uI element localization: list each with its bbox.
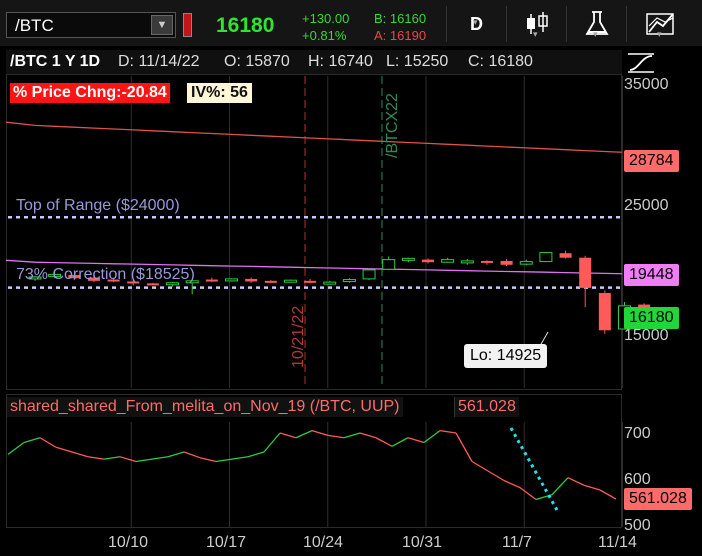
study-segment: [183, 451, 201, 459]
candle-body-up: [382, 259, 396, 270]
study-segment: [375, 437, 393, 447]
low-label: Lo: 14925: [464, 344, 548, 368]
candle-body-down: [245, 278, 258, 282]
correction-label: 73% Correction ($18525): [16, 266, 195, 283]
study-value: 561.028: [454, 397, 519, 417]
study-segment: [583, 484, 601, 491]
candle-body-up: [539, 252, 553, 263]
iv-badge: IV%: 56: [187, 83, 252, 103]
candle-body-up: [225, 278, 238, 282]
candle-body-down: [304, 280, 317, 283]
study-segment: [519, 487, 537, 501]
x-tick-label: 11/14: [598, 534, 637, 551]
top-of-range-label: Top of Range ($24000): [16, 197, 180, 214]
study-segment: [119, 456, 137, 463]
study-segment: [503, 479, 521, 489]
study-title: shared_shared_From_melita_on_Nov_19 (/BT…: [7, 397, 403, 417]
candle-body-down: [264, 280, 277, 283]
study-segment: [599, 489, 617, 500]
candle-body-up: [362, 269, 376, 280]
candle-body-up: [441, 259, 455, 263]
study-segment: [311, 430, 329, 436]
candle-body-up: [283, 279, 297, 283]
study-segment: [407, 437, 425, 444]
chart-window: { "toolbar": { "symbol": "/BTC", "last_p…: [0, 0, 702, 556]
study-segment: [487, 470, 505, 482]
candle-body-up: [519, 261, 533, 265]
vertical-markers: [304, 76, 383, 388]
study-segment: [39, 437, 57, 448]
study-segment: [23, 437, 41, 444]
study-segment: [199, 457, 217, 463]
study-y-tick: 500: [624, 517, 651, 534]
study-segment: [567, 477, 585, 486]
study-y-tick: 700: [624, 425, 651, 442]
y-tick-label: 15000: [624, 327, 669, 344]
x-tick-label: 10/24: [303, 534, 344, 551]
price-badge-ma-red: 28784: [624, 150, 679, 172]
study-segment: [103, 456, 121, 460]
x-tick-label: 10/31: [402, 534, 443, 551]
study-segment: [55, 446, 73, 453]
study-segment: [439, 429, 457, 434]
study-line: [7, 427, 617, 511]
price-badge-ma-pink: 19448: [624, 264, 679, 286]
moving-average-red: [6, 121, 622, 153]
study-segment: [151, 456, 169, 460]
date-marker-label: 10/21/22: [290, 305, 307, 368]
study-segment: [471, 460, 489, 472]
study-segment: [343, 432, 361, 439]
candle-body-up: [323, 281, 337, 285]
candle-body-up: [342, 279, 356, 283]
expiry-marker-label: /BTCX22: [384, 93, 401, 158]
study-segment: [87, 456, 105, 460]
candle-body-down: [579, 257, 592, 288]
candles: [28, 250, 671, 347]
study-segment: [7, 441, 25, 455]
candle-body-up: [401, 257, 415, 261]
study-segment: [263, 432, 281, 453]
y-tick-label: 25000: [624, 197, 669, 214]
study-segment: [359, 432, 377, 439]
y-tick-label: 35000: [624, 76, 669, 93]
study-segment: [231, 456, 249, 460]
study-segment: [455, 432, 473, 462]
candle-body-down: [480, 260, 493, 263]
study-segment: [167, 451, 185, 458]
price-badge-last: 16180: [624, 307, 679, 329]
candle-body-up: [460, 260, 474, 264]
study-segment: [327, 434, 345, 439]
study-segment: [71, 451, 89, 458]
candle-body-down: [598, 293, 611, 331]
study-segment: [551, 477, 569, 496]
study-segment: [279, 432, 297, 439]
study-segment: [391, 437, 409, 447]
candle-body-down: [205, 279, 218, 282]
study-badge: 561.028: [624, 488, 692, 510]
x-tick-label: 10/17: [206, 534, 247, 551]
study-segment: [135, 458, 153, 463]
candle-body-down: [559, 253, 572, 258]
study-segment: [247, 451, 265, 458]
x-tick-label: 11/7: [502, 534, 532, 551]
x-tick-label: 10/10: [108, 534, 149, 551]
percent-change-badge: % Price Chng:-20.84: [10, 83, 170, 103]
candle-body-down: [422, 259, 434, 263]
candle-body-down: [500, 260, 513, 265]
study-y-tick: 600: [624, 471, 651, 488]
study-segment: [295, 430, 313, 439]
